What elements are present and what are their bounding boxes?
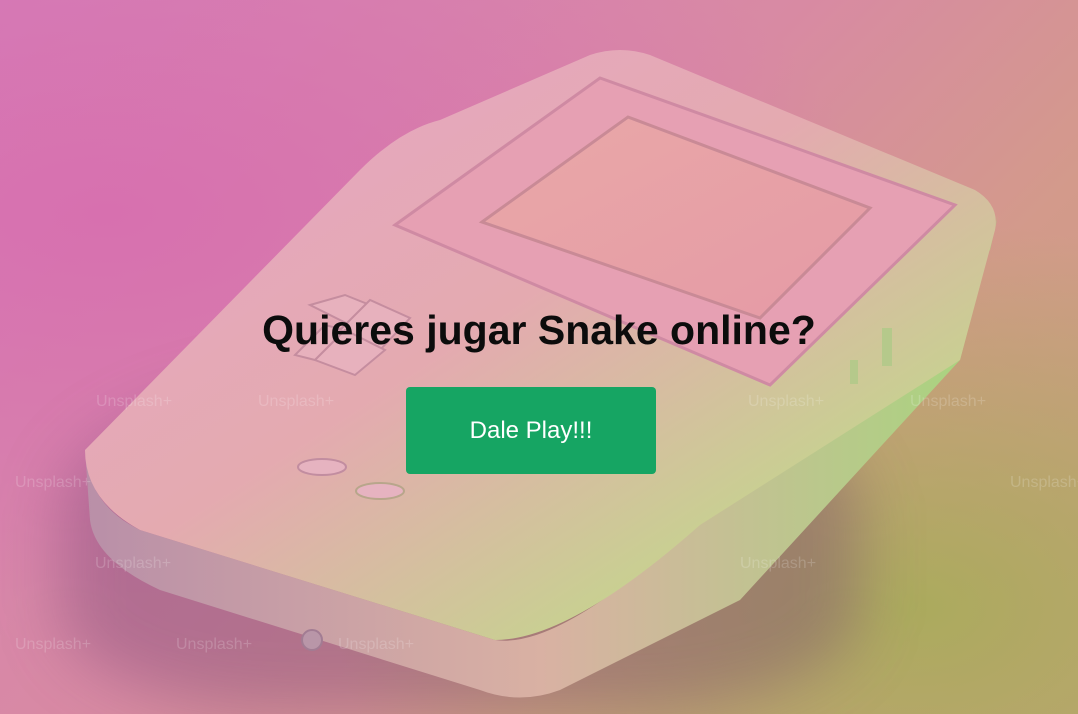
- background-image: Unsplash+ Unsplash+ Unsplash+ Unsplash+ …: [0, 0, 1078, 714]
- watermark: Unsplash+: [96, 393, 173, 410]
- select-button-shape: [297, 458, 347, 476]
- gameboy-console-illustration: [85, 50, 998, 698]
- play-button-label: Dale Play!!!: [469, 416, 593, 444]
- watermark: Unsplash+: [338, 636, 415, 653]
- watermark: Unsplash+: [748, 393, 825, 410]
- play-button[interactable]: Dale Play!!!: [406, 387, 656, 474]
- watermark: Unsplash+: [15, 474, 92, 491]
- watermark: Unsplash+: [15, 636, 92, 653]
- watermark: Unsplash+: [740, 555, 817, 572]
- watermark: Unsplash+: [95, 555, 172, 572]
- watermark: Unsplash+: [1010, 474, 1078, 491]
- watermark: Unsplash+: [910, 393, 987, 410]
- watermark: Unsplash+: [258, 393, 335, 410]
- watermark: Unsplash+: [176, 636, 253, 653]
- start-button-shape: [355, 482, 405, 500]
- page-title: Quieres jugar Snake online?: [262, 307, 816, 353]
